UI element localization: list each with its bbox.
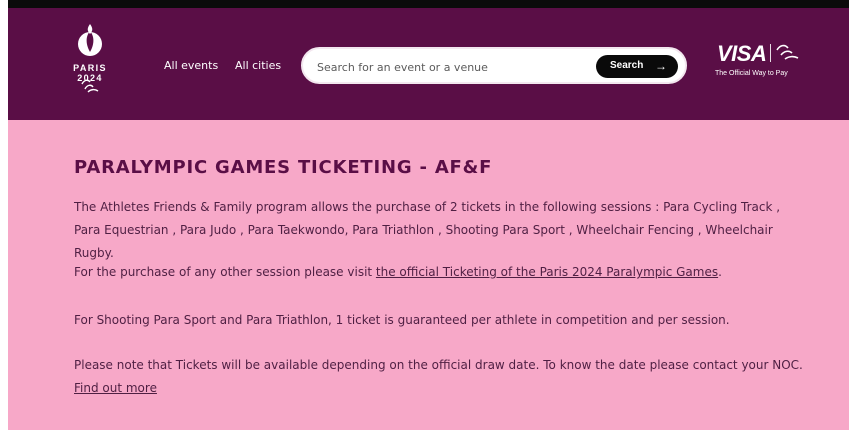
site-header: PARIS 2024 All events All cities Search … [8,8,849,120]
visa-sponsor-block: VISA The Official Way to Pay [715,41,809,87]
search-button-label: Search [610,60,644,71]
page-title: PARALYMPIC GAMES TICKETING - AF&F [74,157,493,178]
nav-all-events-link[interactable]: All events [164,59,218,72]
paris-2024-flame-icon [78,24,102,56]
search-bar: Search → [301,47,687,84]
guarantee-paragraph: For Shooting Para Sport and Para Triathl… [74,313,730,327]
other-session-prefix: For the purchase of any other session pl… [74,265,376,279]
other-session-paragraph: For the purchase of any other session pl… [74,261,809,284]
visa-logo: VISA [717,41,767,66]
paris-2024-logo[interactable]: PARIS 2024 [62,24,118,104]
brand-divider [770,44,771,62]
official-ticketing-link[interactable]: the official Ticketing of the Paris 2024… [376,265,718,279]
arrow-right-icon: → [655,59,667,73]
draw-date-text: Please note that Tickets will be availab… [74,358,803,372]
search-button[interactable]: Search → [596,55,678,78]
draw-date-paragraph: Please note that Tickets will be availab… [74,354,809,400]
top-strip [8,0,849,8]
other-session-suffix: . [718,265,722,279]
paralympic-agitos-icon [776,44,799,60]
paralympic-agitos-icon [81,79,99,93]
find-out-more-link[interactable]: Find out more [74,381,157,395]
main-content: PARALYMPIC GAMES TICKETING - AF&F The At… [8,120,849,430]
program-description: The Athletes Friends & Family program al… [74,200,781,260]
search-input[interactable] [315,58,589,76]
brand-tagline: The Official Way to Pay [715,70,788,77]
nav-all-cities-link[interactable]: All cities [235,59,281,72]
